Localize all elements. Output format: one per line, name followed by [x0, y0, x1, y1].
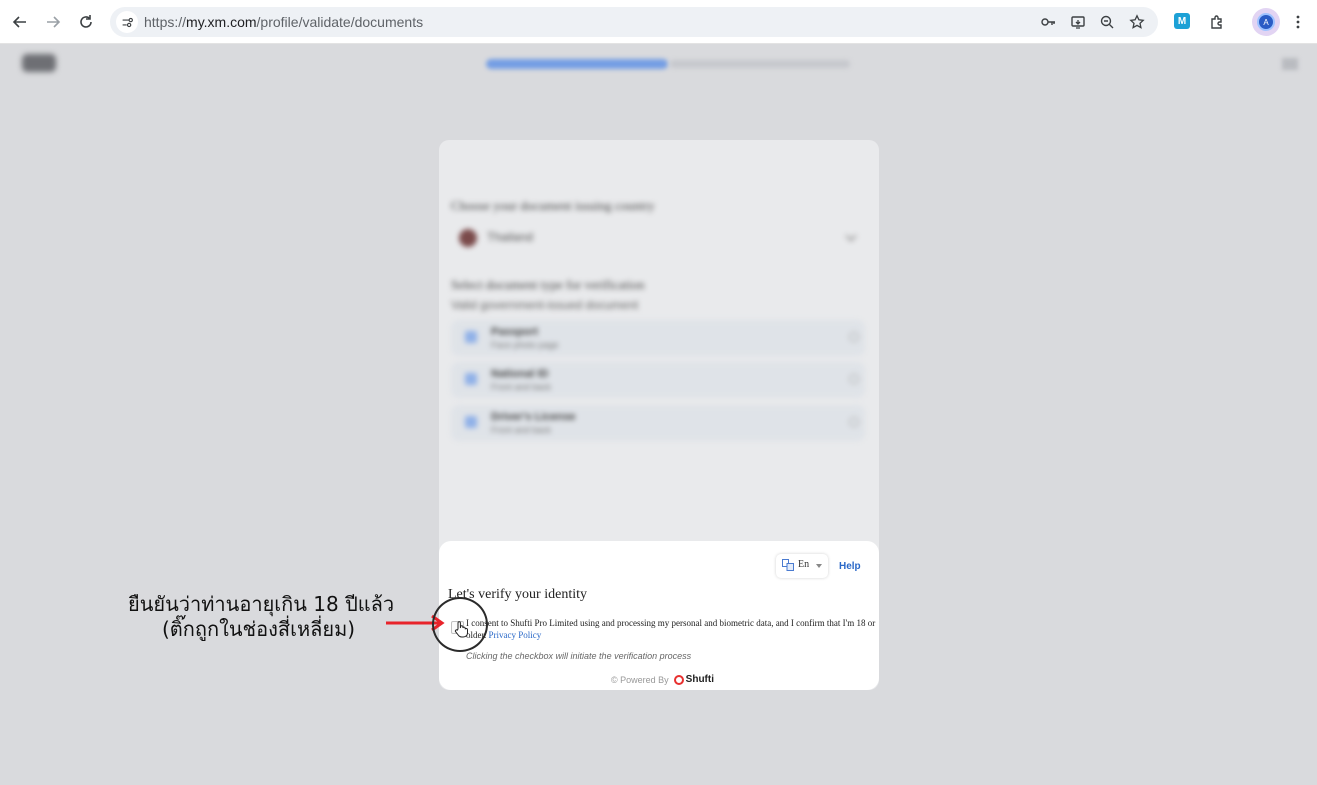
bookmark-star-icon[interactable] — [1127, 12, 1147, 32]
menu-icon — [1282, 58, 1298, 70]
doc-type-heading: Select document type for verification — [451, 277, 645, 292]
hand-cursor-icon — [454, 621, 468, 638]
caret-down-icon — [816, 564, 822, 568]
profile-avatar[interactable]: A — [1252, 8, 1280, 36]
chevron-down-icon — [845, 230, 857, 242]
option-title: Driver's License — [491, 411, 576, 423]
more-menu-icon[interactable] — [1286, 10, 1310, 34]
doc-type-subtitle: Valid government-issued document — [451, 298, 639, 312]
help-link[interactable]: Help — [839, 561, 861, 572]
shufti-logo-icon — [673, 674, 684, 685]
chevron-right-icon — [849, 374, 859, 384]
annotation-line-1: ยืนยันว่าท่านอายุเกิน 18 ปีแล้ว — [128, 592, 395, 616]
doc-option-passport: Passport Face photo page — [451, 320, 865, 356]
password-key-icon[interactable] — [1038, 12, 1058, 32]
extension-m-icon[interactable]: M — [1174, 13, 1190, 29]
powered-by-label: Powered By — [620, 674, 669, 685]
powered-by[interactable]: © Powered By Shufti — [611, 674, 714, 685]
annotation-line-2: (ติ๊กถูกในช่องสี่เหลี่ยม) — [162, 617, 356, 641]
cast-icon[interactable] — [1068, 12, 1088, 32]
shufti-consent-panel: En Help Let's verify your identity I con… — [439, 541, 879, 690]
license-icon — [465, 416, 477, 428]
language-select[interactable]: En — [776, 554, 828, 578]
shufti-brand: Shufti — [685, 674, 714, 685]
consent-text: I consent to Shufti Pro Limited using an… — [466, 618, 876, 640]
back-icon[interactable] — [8, 10, 32, 34]
privacy-policy-link[interactable]: Privacy Policy — [489, 630, 542, 640]
country-select: Thailand — [451, 220, 865, 254]
site-info-icon[interactable] — [116, 11, 138, 33]
checkbox-hint: Clicking the checkbox will initiate the … — [466, 651, 692, 661]
id-card-icon — [465, 373, 477, 385]
option-desc: Face photo page — [491, 340, 559, 350]
address-bar[interactable]: https://my.xm.com/profile/validate/docum… — [110, 7, 1158, 37]
browser-toolbar: https://my.xm.com/profile/validate/docum… — [0, 0, 1317, 44]
option-desc: Front and back — [491, 382, 552, 392]
country-heading: Choose your document issuing country — [451, 198, 655, 213]
country-value: Thailand — [487, 230, 534, 244]
zoom-icon[interactable] — [1097, 12, 1117, 32]
option-desc: Front and back — [491, 425, 552, 435]
doc-option-id: National ID Front and back — [451, 362, 865, 398]
option-title: National ID — [491, 368, 549, 380]
passport-icon — [465, 331, 477, 343]
flag-icon — [459, 229, 477, 247]
chevron-right-icon — [849, 332, 859, 342]
doc-option-license: Driver's License Front and back — [451, 405, 865, 441]
forward-icon[interactable] — [41, 10, 65, 34]
progress-bar-track — [670, 60, 850, 68]
progress-bar-filled — [486, 59, 668, 69]
language-label: En — [798, 559, 810, 570]
option-title: Passport — [491, 326, 539, 338]
extensions-puzzle-icon[interactable] — [1205, 10, 1229, 34]
translate-icon — [782, 559, 794, 571]
chevron-right-icon — [849, 417, 859, 427]
reload-icon[interactable] — [74, 10, 98, 34]
xm-logo — [22, 54, 56, 72]
url-text: https://my.xm.com/profile/validate/docum… — [144, 14, 424, 30]
